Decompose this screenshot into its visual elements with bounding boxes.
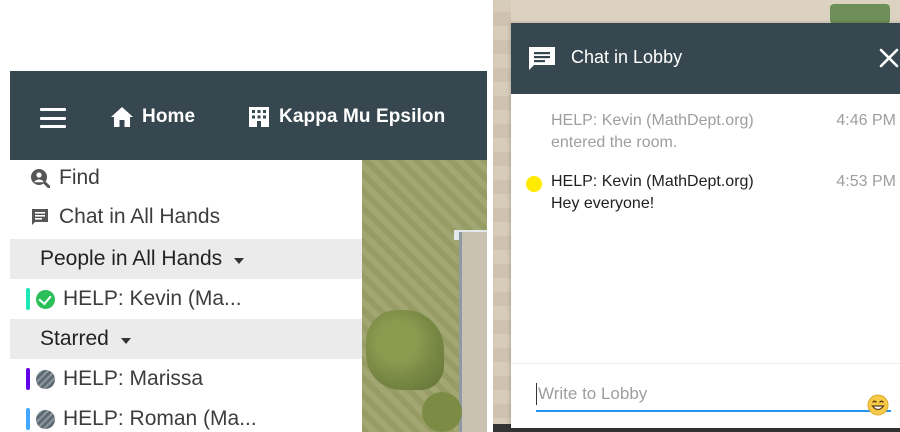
starred-section-header[interactable]: Starred	[10, 319, 362, 359]
section-label: People in All Hands	[40, 247, 223, 270]
chat-message-system: HELP: Kevin (MathDept.org) 4:46 PM enter…	[551, 110, 896, 154]
sidebar-item-label: Chat in All Hands	[59, 205, 221, 228]
map-wall	[459, 232, 487, 432]
chat-input[interactable]: Write to Lobby	[536, 378, 891, 412]
emoji-icon[interactable]	[867, 394, 889, 416]
check-icon	[36, 289, 55, 309]
person-name: HELP: Roman (Ma...	[63, 407, 257, 430]
sidebar: Find Chat in All Hands People in All Han…	[10, 160, 362, 432]
caret-down-icon	[120, 337, 131, 344]
home-icon	[111, 107, 133, 127]
away-icon	[36, 369, 55, 389]
person-item[interactable]: HELP: Marissa	[10, 359, 362, 399]
map-plant	[830, 4, 890, 24]
person-item[interactable]: HELP: Roman (Ma...	[10, 399, 362, 432]
divider	[511, 363, 900, 364]
home-label: Home	[142, 106, 196, 127]
chat-panel: Chat in Lobby HELP: Kevin (MathDept.org)…	[511, 23, 900, 428]
sidebar-item-chat-all-hands[interactable]: Chat in All Hands	[10, 198, 362, 236]
color-bar	[26, 368, 30, 390]
map-plant	[422, 392, 462, 432]
sidebar-item-find[interactable]: Find	[10, 160, 362, 196]
presence-dot	[526, 176, 542, 192]
message-text: Hey everyone!	[551, 195, 655, 212]
building-icon	[249, 107, 269, 127]
chat-icon	[32, 209, 48, 225]
message-text: entered the room.	[551, 134, 678, 151]
color-bar	[26, 408, 30, 430]
room-nav-button[interactable]: Kappa Mu Epsilon	[248, 103, 445, 131]
chat-title: Chat in Lobby	[571, 47, 683, 67]
caret-down-icon	[234, 257, 245, 264]
people-section-header[interactable]: People in All Hands	[10, 239, 362, 279]
home-nav-button[interactable]: Home	[110, 103, 195, 131]
section-label: Starred	[40, 327, 109, 350]
menu-icon[interactable]	[40, 108, 66, 128]
color-bar	[26, 288, 30, 310]
app-root: Home Kappa Mu Epsilon Find Chat in All H…	[0, 0, 900, 432]
search-user-icon	[31, 169, 50, 188]
chat-header: Chat in Lobby	[511, 23, 900, 94]
map-view[interactable]	[362, 160, 487, 432]
chat-message: HELP: Kevin (MathDept.org) 4:53 PM Hey e…	[551, 171, 896, 215]
sidebar-item-label: Find	[59, 166, 100, 189]
main-app: Home Kappa Mu Epsilon Find Chat in All H…	[10, 71, 487, 432]
message-author: HELP: Kevin (MathDept.org)	[551, 112, 754, 129]
message-time: 4:53 PM	[836, 173, 896, 190]
message-author: HELP: Kevin (MathDept.org)	[551, 173, 754, 190]
map-plant	[366, 310, 444, 390]
away-icon	[36, 409, 55, 429]
close-icon[interactable]	[877, 46, 900, 70]
person-name: HELP: Marissa	[63, 367, 204, 390]
map-wall	[493, 0, 511, 432]
chat-icon	[529, 47, 555, 70]
top-navigation-bar: Home Kappa Mu Epsilon	[10, 71, 487, 160]
text-cursor	[536, 383, 537, 405]
chat-input-placeholder: Write to Lobby	[538, 384, 648, 403]
person-name: HELP: Kevin (Ma...	[63, 287, 242, 310]
person-item[interactable]: HELP: Kevin (Ma...	[10, 279, 362, 319]
room-label: Kappa Mu Epsilon	[279, 106, 446, 127]
message-time: 4:46 PM	[836, 112, 896, 129]
